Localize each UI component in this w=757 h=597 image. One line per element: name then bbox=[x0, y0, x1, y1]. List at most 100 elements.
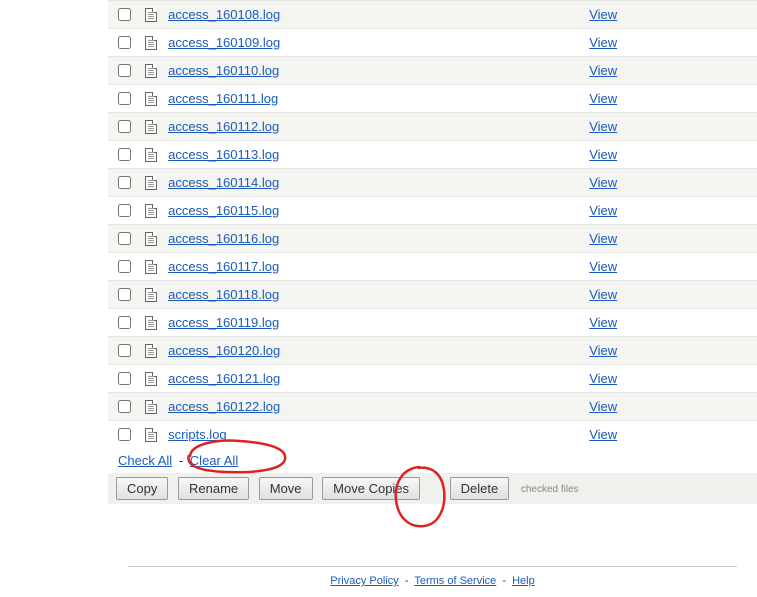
divider bbox=[128, 566, 737, 567]
empty-cell bbox=[651, 197, 757, 225]
file-link[interactable]: access_160112.log bbox=[168, 119, 279, 134]
empty-cell bbox=[651, 113, 757, 141]
separator: - bbox=[502, 575, 506, 587]
view-link[interactable]: View bbox=[589, 203, 617, 218]
view-link[interactable]: View bbox=[589, 343, 617, 358]
view-link[interactable]: View bbox=[589, 35, 617, 50]
file-link[interactable]: access_160111.log bbox=[168, 91, 278, 106]
document-icon bbox=[145, 428, 157, 442]
file-link[interactable]: scripts.log bbox=[168, 427, 227, 442]
view-link[interactable]: View bbox=[589, 91, 617, 106]
row-checkbox[interactable] bbox=[118, 372, 131, 385]
row-checkbox[interactable] bbox=[118, 36, 131, 49]
table-row: access_160114.log View bbox=[108, 169, 757, 197]
check-all-link[interactable]: Check All bbox=[118, 453, 172, 468]
file-link[interactable]: access_160115.log bbox=[168, 203, 279, 218]
view-link[interactable]: View bbox=[589, 147, 617, 162]
document-icon bbox=[145, 64, 157, 78]
file-link[interactable]: access_160109.log bbox=[168, 35, 280, 50]
row-checkbox[interactable] bbox=[118, 288, 131, 301]
row-checkbox[interactable] bbox=[118, 344, 131, 357]
file-link[interactable]: access_160117.log bbox=[168, 259, 279, 274]
table-row: access_160120.log View bbox=[108, 337, 757, 365]
document-icon bbox=[145, 176, 157, 190]
check-controls: Check All - Clear All bbox=[108, 448, 757, 473]
row-checkbox[interactable] bbox=[118, 92, 131, 105]
separator: - bbox=[405, 575, 409, 587]
row-checkbox[interactable] bbox=[118, 176, 131, 189]
file-link[interactable]: access_160108.log bbox=[168, 7, 280, 22]
move-copies-button[interactable]: Move Copies bbox=[322, 477, 420, 500]
empty-cell bbox=[651, 309, 757, 337]
view-link[interactable]: View bbox=[589, 119, 617, 134]
row-checkbox[interactable] bbox=[118, 64, 131, 77]
document-icon bbox=[145, 260, 157, 274]
document-icon bbox=[145, 344, 157, 358]
table-row: access_160108.log View bbox=[108, 1, 757, 29]
row-checkbox[interactable] bbox=[118, 400, 131, 413]
view-link[interactable]: View bbox=[589, 7, 617, 22]
table-row: access_160115.log View bbox=[108, 197, 757, 225]
empty-cell bbox=[651, 85, 757, 113]
view-link[interactable]: View bbox=[589, 427, 617, 442]
tos-link[interactable]: Terms of Service bbox=[414, 575, 496, 587]
file-link[interactable]: access_160114.log bbox=[168, 175, 279, 190]
empty-cell bbox=[651, 169, 757, 197]
document-icon bbox=[145, 8, 157, 22]
view-link[interactable]: View bbox=[589, 287, 617, 302]
checked-files-label: checked files bbox=[521, 484, 579, 495]
separator: - bbox=[179, 453, 183, 468]
file-link[interactable]: access_160121.log bbox=[168, 371, 280, 386]
view-link[interactable]: View bbox=[589, 175, 617, 190]
rename-button[interactable]: Rename bbox=[178, 477, 249, 500]
file-link[interactable]: access_160119.log bbox=[168, 315, 279, 330]
view-link[interactable]: View bbox=[589, 231, 617, 246]
footer-region: Privacy Policy - Terms of Service - Help bbox=[108, 554, 757, 597]
table-row: access_160110.log View bbox=[108, 57, 757, 85]
row-checkbox[interactable] bbox=[118, 428, 131, 441]
empty-cell bbox=[651, 141, 757, 169]
file-link[interactable]: access_160120.log bbox=[168, 343, 280, 358]
privacy-link[interactable]: Privacy Policy bbox=[330, 575, 398, 587]
document-icon bbox=[145, 400, 157, 414]
document-icon bbox=[145, 204, 157, 218]
file-link[interactable]: access_160110.log bbox=[168, 63, 279, 78]
empty-cell bbox=[651, 337, 757, 365]
row-checkbox[interactable] bbox=[118, 260, 131, 273]
file-link[interactable]: access_160118.log bbox=[168, 287, 279, 302]
table-row: access_160122.log View bbox=[108, 393, 757, 421]
delete-button[interactable]: Delete bbox=[450, 477, 510, 500]
row-checkbox[interactable] bbox=[118, 8, 131, 21]
view-link[interactable]: View bbox=[589, 315, 617, 330]
file-link[interactable]: access_160116.log bbox=[168, 231, 279, 246]
move-button[interactable]: Move bbox=[259, 477, 313, 500]
document-icon bbox=[145, 92, 157, 106]
row-checkbox[interactable] bbox=[118, 204, 131, 217]
table-row: access_160117.log View bbox=[108, 253, 757, 281]
row-checkbox[interactable] bbox=[118, 148, 131, 161]
document-icon bbox=[145, 120, 157, 134]
copy-button[interactable]: Copy bbox=[116, 477, 168, 500]
file-table: access_160108.log View access_160109.log Vi… bbox=[108, 0, 757, 448]
table-row: access_160116.log View bbox=[108, 225, 757, 253]
row-checkbox[interactable] bbox=[118, 232, 131, 245]
row-checkbox[interactable] bbox=[118, 316, 131, 329]
empty-cell bbox=[651, 421, 757, 449]
file-link[interactable]: access_160122.log bbox=[168, 399, 280, 414]
empty-cell bbox=[651, 365, 757, 393]
help-link[interactable]: Help bbox=[512, 575, 535, 587]
empty-cell bbox=[651, 253, 757, 281]
empty-cell bbox=[651, 225, 757, 253]
file-link[interactable]: access_160113.log bbox=[168, 147, 279, 162]
clear-all-link[interactable]: Clear All bbox=[190, 453, 238, 468]
table-row: access_160111.log View bbox=[108, 85, 757, 113]
view-link[interactable]: View bbox=[589, 259, 617, 274]
table-row: access_160121.log View bbox=[108, 365, 757, 393]
view-link[interactable]: View bbox=[589, 63, 617, 78]
row-checkbox[interactable] bbox=[118, 120, 131, 133]
view-link[interactable]: View bbox=[589, 399, 617, 414]
view-link[interactable]: View bbox=[589, 371, 617, 386]
empty-cell bbox=[651, 393, 757, 421]
empty-cell bbox=[651, 29, 757, 57]
document-icon bbox=[145, 288, 157, 302]
